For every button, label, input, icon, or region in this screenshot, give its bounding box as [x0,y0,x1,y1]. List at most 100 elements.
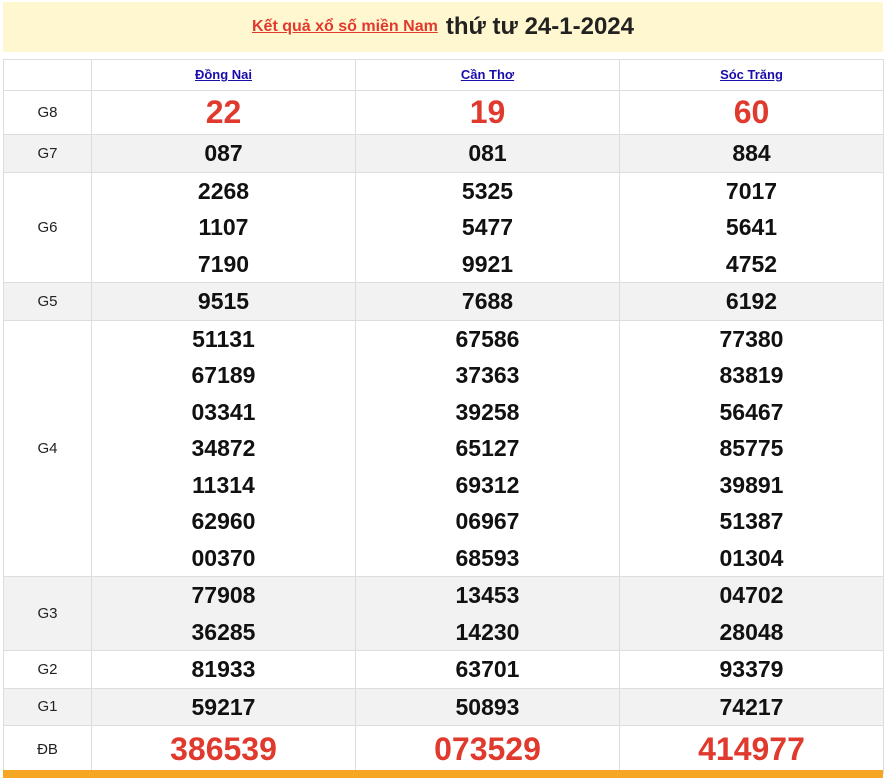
prize-label: ĐB [3,725,92,774]
prize-cell: 22 [91,90,356,135]
prize-row: G7 087 081 884 [3,134,884,173]
prize-cell: 74217 [619,687,884,726]
prize-number: 5641 [725,214,778,240]
prize-number: 85775 [719,435,784,461]
prize-cell: 2268 1107 7190 [91,171,356,283]
province-link[interactable]: Đồng Nai [195,67,252,82]
prize-number: 81933 [191,656,256,682]
prize-cell: 77380 83819 56467 85775 39891 51387 01304 [619,319,884,577]
prize-cell: 59217 [91,687,356,726]
prize-number: 00370 [191,544,256,571]
prize-number: 5477 [461,214,514,240]
prize-number: 03341 [191,398,256,425]
province-header: Cần Thơ [355,59,620,91]
prize-number: 62960 [191,508,256,534]
province-header: Sóc Trăng [619,59,884,91]
province-link[interactable]: Cần Thơ [461,67,514,82]
prize-cell: 50893 [355,687,620,726]
prize-number: 13453 [455,582,520,608]
prize-number: 073529 [434,731,541,767]
prize-number: 51387 [719,508,784,534]
prize-row: G1 59217 50893 74217 [3,687,884,726]
prize-number: 93379 [719,656,784,682]
results-date: thứ tư 24-1-2024 [445,13,634,40]
prize-number: 14230 [455,618,520,645]
prize-label: G1 [3,687,92,726]
prize-cell: 19 [355,90,620,135]
prize-cell: 073529 [355,725,620,774]
prize-number: 386539 [170,731,277,767]
prize-number: 9515 [197,288,250,314]
prize-cell: 9515 [91,282,356,321]
prize-row: G8 22 19 60 [3,90,884,135]
prize-cell: 5325 5477 9921 [355,171,620,283]
prize-row: G3 77908 36285 13453 14230 04702 28048 [3,576,884,651]
prize-number: 68593 [455,544,520,571]
prize-cell: 386539 [91,725,356,774]
prize-number: 2268 [197,177,250,204]
prize-number: 7688 [461,288,514,314]
province-header: Đồng Nai [91,59,356,91]
prize-number: 19 [469,94,506,130]
prize-number: 1107 [198,214,249,240]
prize-number: 22 [205,94,242,130]
prize-number: 37363 [455,362,520,388]
prize-number: 67586 [455,325,520,352]
prize-cell: 93379 [619,650,884,689]
prize-number: 56467 [719,398,784,425]
prize-number: 67189 [191,362,256,388]
prize-number: 39258 [455,398,520,425]
prize-cell: 087 [91,134,356,173]
prize-number: 77908 [191,582,256,608]
prize-number: 11314 [192,471,255,498]
prize-label: G2 [3,650,92,689]
province-link[interactable]: Sóc Trăng [720,67,783,82]
prize-number: 414977 [698,731,805,767]
prize-label: G5 [3,282,92,321]
prize-number: 01304 [719,544,784,571]
prize-number: 087 [204,140,243,166]
prize-cell: 081 [355,134,620,173]
prize-row: G2 81933 63701 93379 [3,650,884,689]
prize-number: 34872 [191,435,256,461]
prize-cell: 884 [619,134,884,173]
prize-label: G6 [3,171,92,283]
prize-number: 51131 [192,325,255,352]
prize-number: 081 [468,140,507,166]
prize-number: 06967 [455,508,520,534]
prize-cell: 81933 [91,650,356,689]
prize-number: 28048 [719,618,784,645]
prize-cell: 60 [619,90,884,135]
prize-cell: 63701 [355,650,620,689]
prize-cell: 13453 14230 [355,576,620,651]
table-header-row: Đồng Nai Cần Thơ Sóc Trăng [3,59,884,91]
prize-number: 7190 [197,250,250,277]
prize-number: 5325 [461,177,514,204]
prize-cell: 414977 [619,725,884,774]
prize-cell: 51131 67189 03341 34872 11314 62960 00370 [91,319,356,577]
prize-number: 60 [733,94,770,130]
prize-number: 83819 [719,362,784,388]
prize-number: 69312 [455,471,520,498]
prize-number: 77380 [719,325,784,352]
prize-cell: 77908 36285 [91,576,356,651]
lottery-results-table: Đồng Nai Cần Thơ Sóc Trăng G8 22 19 60 G7 087… [3,59,884,774]
prize-number: 4752 [725,250,778,277]
prize-label: G3 [3,576,92,651]
results-header: Kết quả xổ số miền Nam thứ tư 24-1-2024 [3,2,883,52]
prize-row: G4 51131 67189 03341 34872 11314 62960 00370 675… [3,319,884,577]
prize-row: G5 9515 7688 6192 [3,282,884,321]
prize-cell: 7688 [355,282,620,321]
prize-cell: 6192 [619,282,884,321]
corner-cell [3,59,92,91]
results-region-link[interactable]: Kết quả xổ số miền Nam [252,18,438,36]
prize-number: 50893 [455,693,520,720]
prize-number: 6192 [725,288,778,314]
prize-cell: 67586 37363 39258 65127 69312 06967 68593 [355,319,620,577]
prize-label: G4 [3,319,92,577]
prize-label: G8 [3,90,92,135]
prize-number: 39891 [719,471,784,498]
prize-cell: 7017 5641 4752 [619,171,884,283]
prize-number: 36285 [191,618,256,645]
prize-number: 04702 [719,582,784,608]
